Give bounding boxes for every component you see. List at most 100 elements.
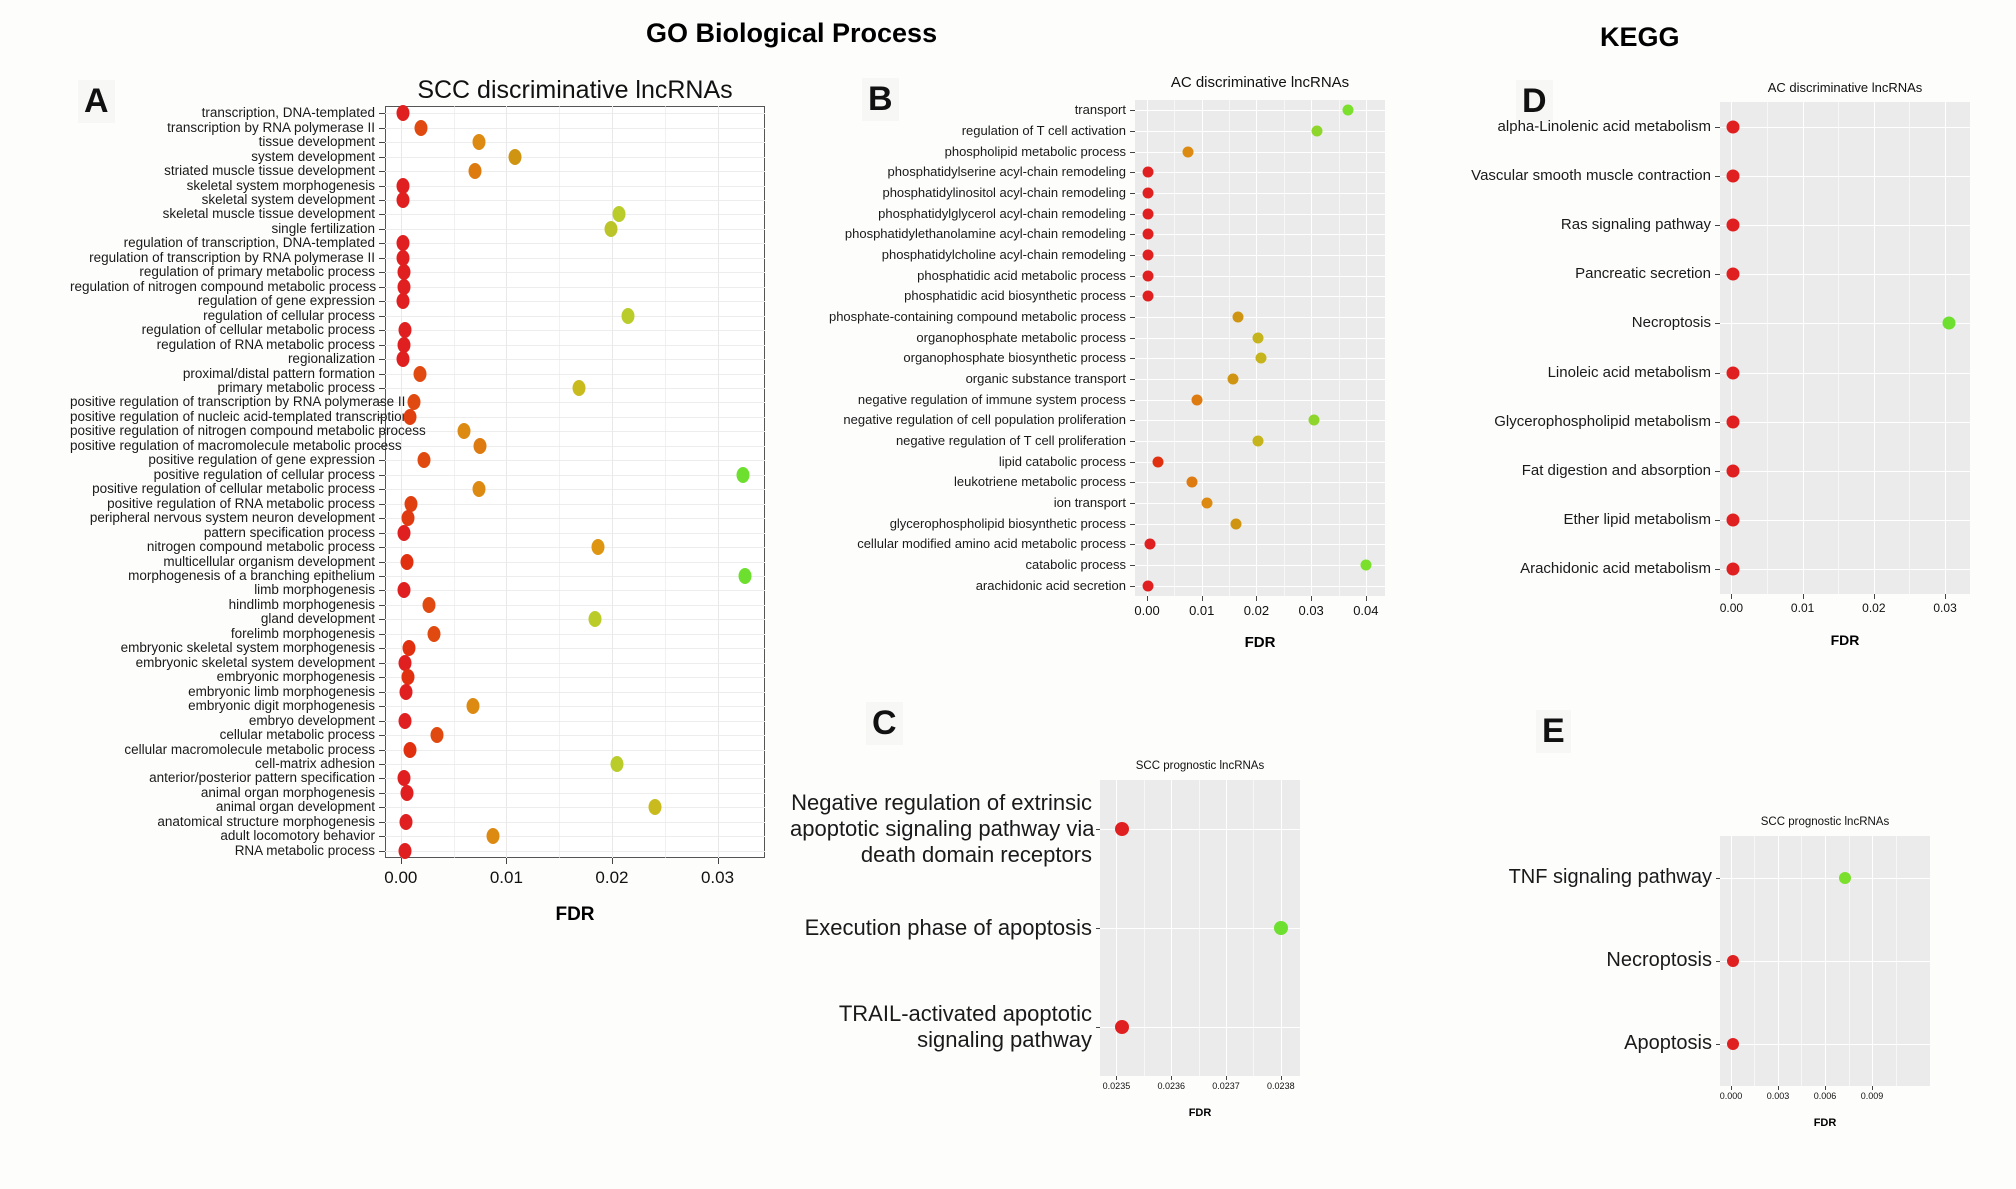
- gridline-horizontal: [385, 822, 765, 823]
- y-axis-tick-mark: [379, 345, 385, 346]
- x-axis-tick-mark: [1731, 1086, 1732, 1090]
- y-axis-tick-mark: [379, 836, 385, 837]
- y-axis-tick-mark: [1130, 152, 1135, 153]
- gridline-vertical: [1803, 102, 1805, 594]
- gridline-vertical: [1767, 102, 1768, 594]
- y-axis-tick-mark: [1130, 482, 1135, 483]
- y-axis-tick-label: peripheral nervous system neuron develop…: [89, 510, 375, 526]
- y-axis-tick-mark: [379, 157, 385, 158]
- y-axis-tick-mark: [379, 735, 385, 736]
- y-axis-tick-label: skeletal system development: [201, 191, 375, 207]
- y-axis-tick-label: skeletal system morphogenesis: [186, 177, 375, 193]
- gridline-vertical: [1778, 836, 1780, 1086]
- x-axis-tick-label: 0.03: [700, 868, 735, 887]
- gridline-horizontal: [1100, 928, 1300, 929]
- data-point: [1726, 218, 1740, 232]
- gridline-horizontal: [385, 417, 765, 418]
- y-axis-tick-label: regulation of transcription by RNA polym…: [89, 249, 375, 265]
- y-axis-tick-label: phospholipid metabolic process: [944, 143, 1126, 159]
- y-axis-tick-label: animal organ development: [215, 799, 375, 815]
- y-axis-tick-mark: [379, 648, 385, 649]
- x-axis-tick-mark: [612, 858, 613, 864]
- y-axis-tick-label: regulation of gene expression: [197, 293, 375, 309]
- y-axis-tick-mark: [1130, 565, 1135, 566]
- y-axis-tick-mark: [1715, 225, 1720, 226]
- gridline-horizontal: [1720, 569, 1970, 570]
- x-axis-tick-label: 0.03: [1933, 601, 1957, 615]
- x-axis-tick-label: 0.00: [1134, 603, 1160, 618]
- y-axis-tick-mark: [379, 750, 385, 751]
- y-axis-tick-mark: [1130, 317, 1135, 318]
- data-point: [1308, 414, 1320, 426]
- gridline-horizontal: [1135, 544, 1385, 545]
- y-axis-tick-label: Fat digestion and absorption: [1521, 462, 1711, 480]
- y-axis-tick-mark: [1096, 928, 1100, 929]
- gridline-horizontal: [1720, 176, 1970, 177]
- gridline-vertical: [1253, 780, 1254, 1076]
- gridline-horizontal: [385, 836, 765, 837]
- y-axis-tick-label: Arachidonic acid metabolism: [1520, 560, 1711, 578]
- data-point: [612, 206, 626, 223]
- gridline-horizontal: [385, 576, 765, 577]
- y-axis-tick-mark: [379, 431, 385, 432]
- y-axis-tick-label: RNA metabolic process: [234, 842, 375, 858]
- gridline-horizontal: [385, 431, 765, 432]
- y-axis-tick-label: phosphatidylserine acyl-chain remodeling: [887, 164, 1126, 180]
- gridline-horizontal: [1720, 520, 1970, 521]
- gridline-horizontal: [385, 374, 765, 375]
- gridline-vertical: [1171, 780, 1173, 1076]
- x-axis-tick-label: 0.00: [1719, 601, 1744, 615]
- y-axis-tick-mark: [379, 272, 385, 273]
- x-axis-label: FDR: [1813, 1117, 1837, 1129]
- y-axis-tick-mark: [379, 663, 385, 664]
- data-point: [738, 568, 752, 584]
- data-point: [591, 539, 605, 556]
- y-axis-tick-label: TRAIL-activated apoptotic signaling pathw…: [838, 1000, 1092, 1052]
- gridline-horizontal: [385, 547, 765, 548]
- gridline-horizontal: [1135, 503, 1385, 504]
- y-axis-tick-mark: [379, 706, 385, 707]
- plot-e-title: SCC prognostic lncRNAs: [1760, 816, 1890, 828]
- gridline-vertical: [1801, 836, 1802, 1086]
- y-axis-tick-label: single fertilization: [271, 220, 375, 236]
- plot-a-title: SCC discriminative lncRNAs: [417, 76, 733, 104]
- data-point: [1726, 267, 1740, 281]
- data-point: [466, 698, 480, 715]
- gridline-vertical: [1226, 780, 1228, 1076]
- y-axis-tick-mark: [379, 851, 385, 852]
- y-axis-tick-mark: [379, 142, 385, 143]
- x-axis-tick-mark: [1874, 594, 1875, 599]
- x-axis-tick-label: 0.00: [384, 868, 418, 887]
- y-axis-tick-mark: [379, 475, 385, 476]
- plot-b-panel: [1135, 100, 1385, 596]
- y-axis-tick-mark: [379, 562, 385, 563]
- y-axis-tick-mark: [1716, 961, 1720, 962]
- data-point: [398, 654, 412, 671]
- gridline-horizontal: [385, 778, 765, 779]
- y-axis-tick-label: multicellular organism development: [163, 553, 375, 569]
- data-point: [1142, 208, 1154, 220]
- y-axis-tick-mark: [379, 518, 385, 519]
- data-point: [1252, 332, 1264, 344]
- data-point: [1342, 104, 1354, 116]
- y-axis-tick-label: morphogenesis of a branching epithelium: [128, 567, 375, 583]
- data-point: [1726, 415, 1740, 429]
- panel-c-dotplot: SCC prognostic lncRNAs Negative regulatio…: [790, 748, 1350, 1148]
- y-axis-tick-label: regulation of RNA metabolic process: [156, 336, 375, 352]
- x-axis-tick-label: 0.000: [1719, 1091, 1743, 1101]
- y-axis-tick-mark: [379, 287, 385, 288]
- y-axis-tick-mark: [379, 590, 385, 591]
- gridline-vertical: [1825, 836, 1827, 1086]
- x-axis-tick-mark: [506, 858, 507, 864]
- y-axis-tick-mark: [379, 417, 385, 418]
- y-axis-tick-label: glycerophospholipid biosynthetic process: [889, 515, 1126, 531]
- y-axis-tick-label: positive regulation of RNA metabolic pro…: [107, 495, 375, 511]
- gridline-horizontal: [1720, 323, 1970, 324]
- y-axis-tick-label: positive regulation of nitrogen compound…: [70, 423, 426, 439]
- y-axis-tick-label: forelimb morphogenesis: [230, 625, 375, 641]
- data-point: [396, 293, 410, 310]
- gridline-vertical: [506, 106, 508, 858]
- gridline-vertical: [1872, 836, 1874, 1086]
- gridline-horizontal: [385, 171, 765, 172]
- y-axis-tick-mark: [379, 677, 385, 678]
